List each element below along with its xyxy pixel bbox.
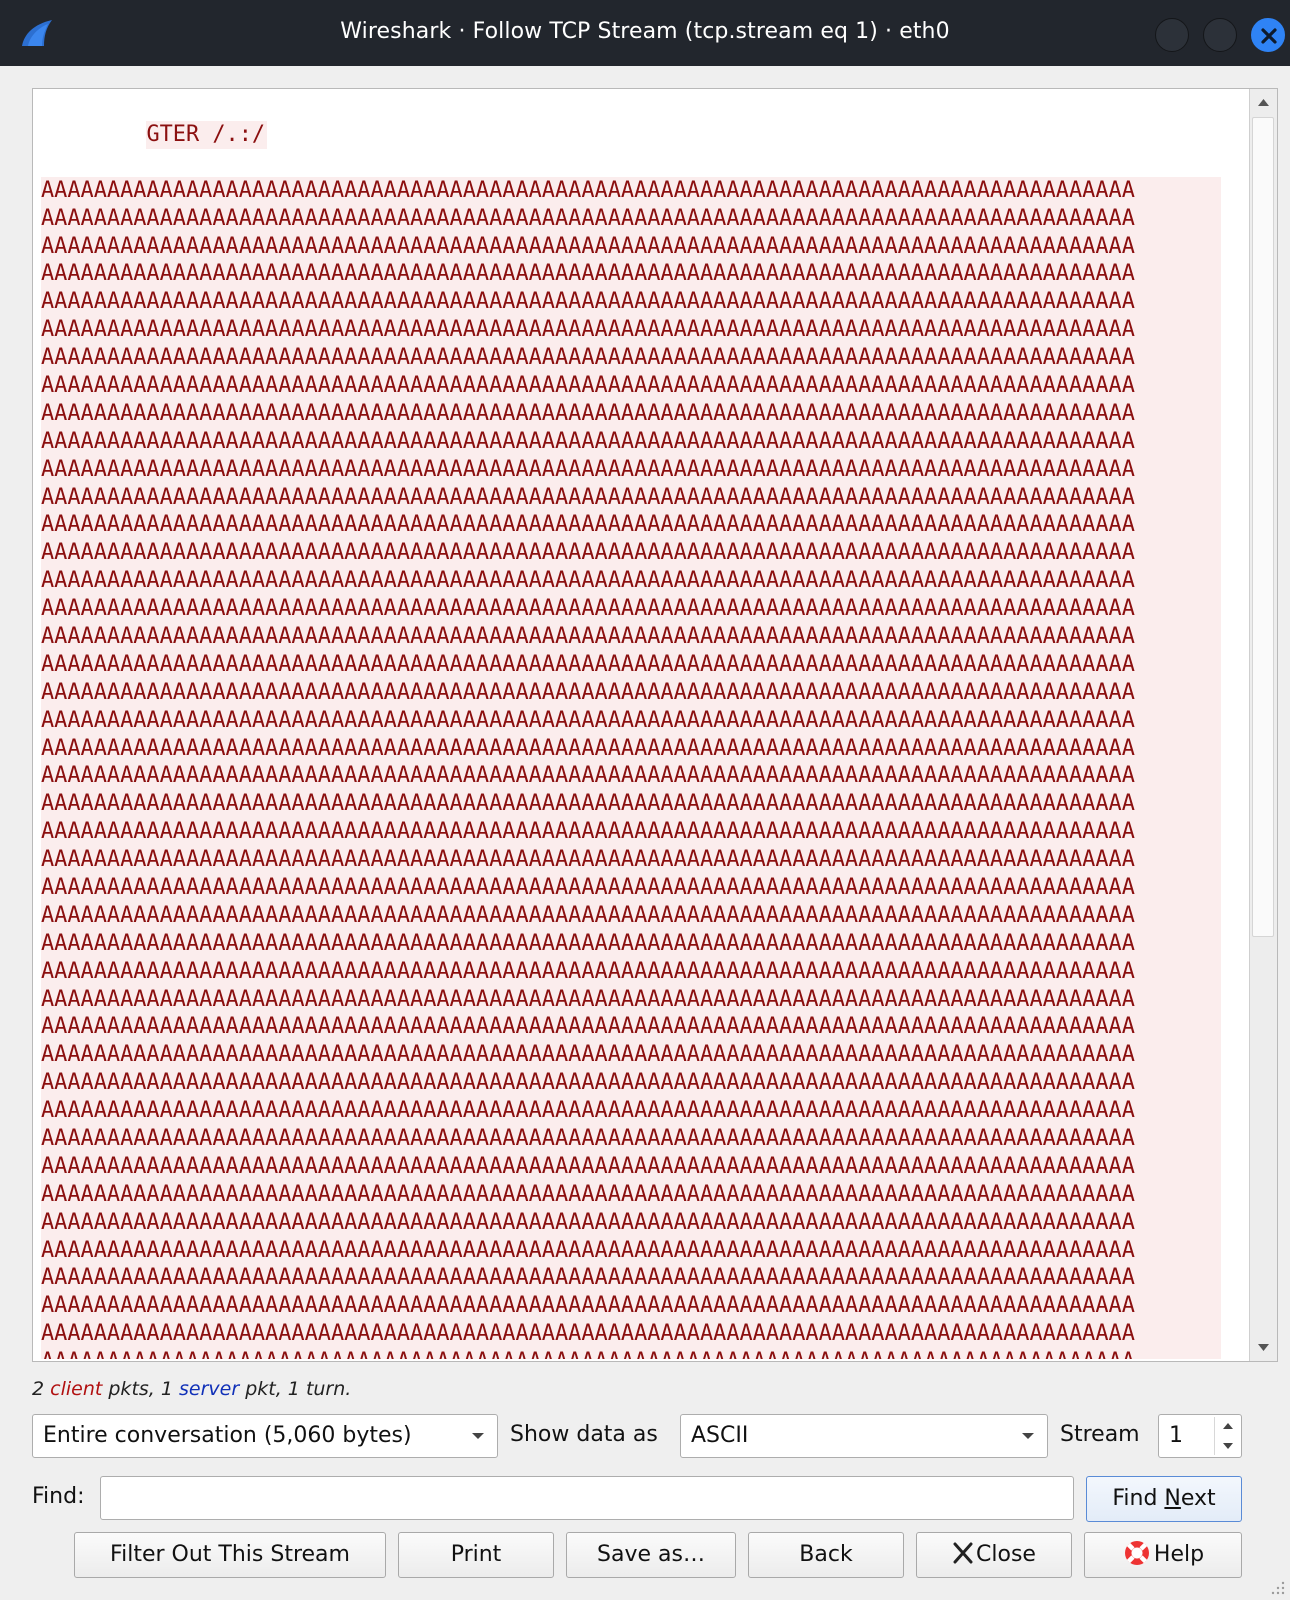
find-next-button[interactable]: Find Next <box>1086 1476 1242 1522</box>
stream-payload-line: AAAAAAAAAAAAAAAAAAAAAAAAAAAAAAAAAAAAAAAA… <box>41 678 1221 707</box>
chevron-down-icon <box>1022 1433 1034 1439</box>
minimize-button[interactable] <box>1155 18 1189 52</box>
stream-payload-line: AAAAAAAAAAAAAAAAAAAAAAAAAAAAAAAAAAAAAAAA… <box>41 539 1221 568</box>
stream-payload-line: AAAAAAAAAAAAAAAAAAAAAAAAAAAAAAAAAAAAAAAA… <box>41 622 1221 651</box>
stream-payload-line: AAAAAAAAAAAAAAAAAAAAAAAAAAAAAAAAAAAAAAAA… <box>41 1013 1221 1042</box>
stream-payload-line: AAAAAAAAAAAAAAAAAAAAAAAAAAAAAAAAAAAAAAAA… <box>41 1320 1221 1349</box>
stream-payload-line: AAAAAAAAAAAAAAAAAAAAAAAAAAAAAAAAAAAAAAAA… <box>41 344 1221 372</box>
stream-payload-line: AAAAAAAAAAAAAAAAAAAAAAAAAAAAAAAAAAAAAAAA… <box>41 846 1221 874</box>
stream-content[interactable]: GTER /.:/ AAAAAAAAAAAAAAAAAAAAAAAAAAAAAA… <box>41 93 1221 1359</box>
stream-summary: 2 client pkts, 1 server pkt, 1 turn. <box>32 1378 351 1400</box>
stream-number-spinbox[interactable]: 1 <box>1158 1414 1242 1458</box>
scroll-up-arrow-icon[interactable] <box>1250 89 1277 116</box>
stream-payload-line: AAAAAAAAAAAAAAAAAAAAAAAAAAAAAAAAAAAAAAAA… <box>41 1208 1221 1237</box>
show-data-as-select[interactable]: ASCII <box>680 1414 1048 1458</box>
stream-payload-line: AAAAAAAAAAAAAAAAAAAAAAAAAAAAAAAAAAAAAAAA… <box>41 818 1221 847</box>
stream-payload-line: AAAAAAAAAAAAAAAAAAAAAAAAAAAAAAAAAAAAAAAA… <box>41 511 1221 540</box>
spin-up-arrow-icon[interactable] <box>1217 1416 1239 1436</box>
help-button[interactable]: Help <box>1084 1532 1242 1578</box>
stream-payload-line: AAAAAAAAAAAAAAAAAAAAAAAAAAAAAAAAAAAAAAAA… <box>41 371 1221 400</box>
save-as-button[interactable]: Save as… <box>566 1532 736 1578</box>
help-button-label: Help <box>1153 1542 1205 1567</box>
stream-payload-line: AAAAAAAAAAAAAAAAAAAAAAAAAAAAAAAAAAAAAAAA… <box>41 929 1221 958</box>
title-bar[interactable]: Wireshark · Follow TCP Stream (tcp.strea… <box>0 0 1290 66</box>
dialog-body: GTER /.:/ AAAAAAAAAAAAAAAAAAAAAAAAAAAAAA… <box>10 66 1290 1600</box>
vertical-scrollbar[interactable] <box>1249 89 1277 1361</box>
chevron-down-icon <box>472 1433 484 1439</box>
stream-payload-line: AAAAAAAAAAAAAAAAAAAAAAAAAAAAAAAAAAAAAAAA… <box>41 957 1221 986</box>
stream-payload-line: AAAAAAAAAAAAAAAAAAAAAAAAAAAAAAAAAAAAAAAA… <box>41 232 1221 261</box>
follow-tcp-stream-window: Wireshark · Follow TCP Stream (tcp.strea… <box>0 0 1290 1600</box>
window-title: Wireshark · Follow TCP Stream (tcp.strea… <box>340 19 950 44</box>
conversation-select[interactable]: Entire conversation (5,060 bytes) <box>32 1414 498 1458</box>
print-button[interactable]: Print <box>398 1532 554 1578</box>
stream-payload-line: AAAAAAAAAAAAAAAAAAAAAAAAAAAAAAAAAAAAAAAA… <box>41 1069 1221 1098</box>
stream-payload-line: AAAAAAAAAAAAAAAAAAAAAAAAAAAAAAAAAAAAAAAA… <box>41 1348 1221 1359</box>
server-label: server <box>179 1378 240 1400</box>
stream-label: Stream <box>1060 1422 1140 1447</box>
scroll-down-arrow-icon[interactable] <box>1250 1334 1277 1361</box>
stream-payload-line: AAAAAAAAAAAAAAAAAAAAAAAAAAAAAAAAAAAAAAAA… <box>41 873 1221 902</box>
stream-payload-line: AAAAAAAAAAAAAAAAAAAAAAAAAAAAAAAAAAAAAAAA… <box>41 176 1221 205</box>
close-button-label: Close <box>976 1542 1036 1567</box>
stream-payload-line: AAAAAAAAAAAAAAAAAAAAAAAAAAAAAAAAAAAAAAAA… <box>41 1152 1221 1181</box>
stream-payload-line: AAAAAAAAAAAAAAAAAAAAAAAAAAAAAAAAAAAAAAAA… <box>41 483 1221 512</box>
stream-first-line: GTER /.:/ <box>146 120 268 149</box>
stream-payload-line: AAAAAAAAAAAAAAAAAAAAAAAAAAAAAAAAAAAAAAAA… <box>41 204 1221 233</box>
stream-payload-line: AAAAAAAAAAAAAAAAAAAAAAAAAAAAAAAAAAAAAAAA… <box>41 399 1221 428</box>
stream-payload-line: AAAAAAAAAAAAAAAAAAAAAAAAAAAAAAAAAAAAAAAA… <box>41 762 1221 791</box>
summary-middle: pkts, 1 <box>108 1378 173 1400</box>
client-packet-count: 2 <box>32 1378 45 1400</box>
lifebuoy-icon <box>1124 1541 1149 1565</box>
stream-payload-line: AAAAAAAAAAAAAAAAAAAAAAAAAAAAAAAAAAAAAAAA… <box>41 985 1221 1014</box>
filter-out-stream-button[interactable]: Filter Out This Stream <box>74 1532 386 1578</box>
show-data-as-value: ASCII <box>691 1423 749 1448</box>
close-button[interactable]: Close <box>916 1532 1072 1578</box>
find-input[interactable] <box>100 1476 1074 1520</box>
stream-payload-line: AAAAAAAAAAAAAAAAAAAAAAAAAAAAAAAAAAAAAAAA… <box>41 427 1221 456</box>
stream-payload-line: AAAAAAAAAAAAAAAAAAAAAAAAAAAAAAAAAAAAAAAA… <box>41 595 1221 623</box>
resize-grip-icon[interactable] <box>1268 1578 1286 1596</box>
client-label: client <box>50 1378 103 1400</box>
back-button[interactable]: Back <box>748 1532 904 1578</box>
window-close-button[interactable] <box>1251 18 1285 52</box>
maximize-button[interactable] <box>1203 18 1237 52</box>
spinbox-divider <box>1214 1417 1215 1455</box>
stream-payload-line: AAAAAAAAAAAAAAAAAAAAAAAAAAAAAAAAAAAAAAAA… <box>41 1264 1221 1293</box>
stream-payload-line: AAAAAAAAAAAAAAAAAAAAAAAAAAAAAAAAAAAAAAAA… <box>41 650 1221 679</box>
stream-payload-line: AAAAAAAAAAAAAAAAAAAAAAAAAAAAAAAAAAAAAAAA… <box>41 1097 1221 1125</box>
stream-payload-line: AAAAAAAAAAAAAAAAAAAAAAAAAAAAAAAAAAAAAAAA… <box>41 1236 1221 1265</box>
stream-payload-line: AAAAAAAAAAAAAAAAAAAAAAAAAAAAAAAAAAAAAAAA… <box>41 260 1221 289</box>
stream-payload-line: AAAAAAAAAAAAAAAAAAAAAAAAAAAAAAAAAAAAAAAA… <box>41 1125 1221 1153</box>
stream-payload-line: AAAAAAAAAAAAAAAAAAAAAAAAAAAAAAAAAAAAAAAA… <box>41 901 1221 930</box>
summary-tail: pkt, 1 turn. <box>245 1378 352 1400</box>
find-next-label-mnemonic: N <box>1164 1486 1181 1511</box>
find-next-label-pre: Find <box>1112 1486 1165 1511</box>
find-label: Find: <box>32 1484 85 1509</box>
close-x-icon <box>1261 28 1277 44</box>
stream-number-value: 1 <box>1169 1423 1183 1448</box>
stream-payload-line: AAAAAAAAAAAAAAAAAAAAAAAAAAAAAAAAAAAAAAAA… <box>41 316 1221 345</box>
stream-payload-line: AAAAAAAAAAAAAAAAAAAAAAAAAAAAAAAAAAAAAAAA… <box>41 1292 1221 1321</box>
show-data-as-label: Show data as <box>510 1422 658 1447</box>
stream-payload-line: AAAAAAAAAAAAAAAAAAAAAAAAAAAAAAAAAAAAAAAA… <box>41 790 1221 819</box>
stream-payload-line: AAAAAAAAAAAAAAAAAAAAAAAAAAAAAAAAAAAAAAAA… <box>41 1180 1221 1209</box>
stream-payload-line: AAAAAAAAAAAAAAAAAAAAAAAAAAAAAAAAAAAAAAAA… <box>41 1041 1221 1070</box>
stream-payload-line: AAAAAAAAAAAAAAAAAAAAAAAAAAAAAAAAAAAAAAAA… <box>41 455 1221 484</box>
stream-payload-line: AAAAAAAAAAAAAAAAAAAAAAAAAAAAAAAAAAAAAAAA… <box>41 288 1221 317</box>
stream-payload-line: AAAAAAAAAAAAAAAAAAAAAAAAAAAAAAAAAAAAAAAA… <box>41 706 1221 735</box>
stream-text-view[interactable]: GTER /.:/ AAAAAAAAAAAAAAAAAAAAAAAAAAAAAA… <box>32 88 1278 1362</box>
spin-down-arrow-icon[interactable] <box>1217 1436 1239 1456</box>
scrollbar-thumb[interactable] <box>1252 117 1274 937</box>
stream-payload-line: AAAAAAAAAAAAAAAAAAAAAAAAAAAAAAAAAAAAAAAA… <box>41 734 1221 763</box>
find-next-label-post: ext <box>1180 1486 1216 1511</box>
stream-payload-line: AAAAAAAAAAAAAAAAAAAAAAAAAAAAAAAAAAAAAAAA… <box>41 567 1221 596</box>
x-icon <box>953 1542 973 1564</box>
conversation-select-value: Entire conversation (5,060 bytes) <box>43 1423 412 1448</box>
